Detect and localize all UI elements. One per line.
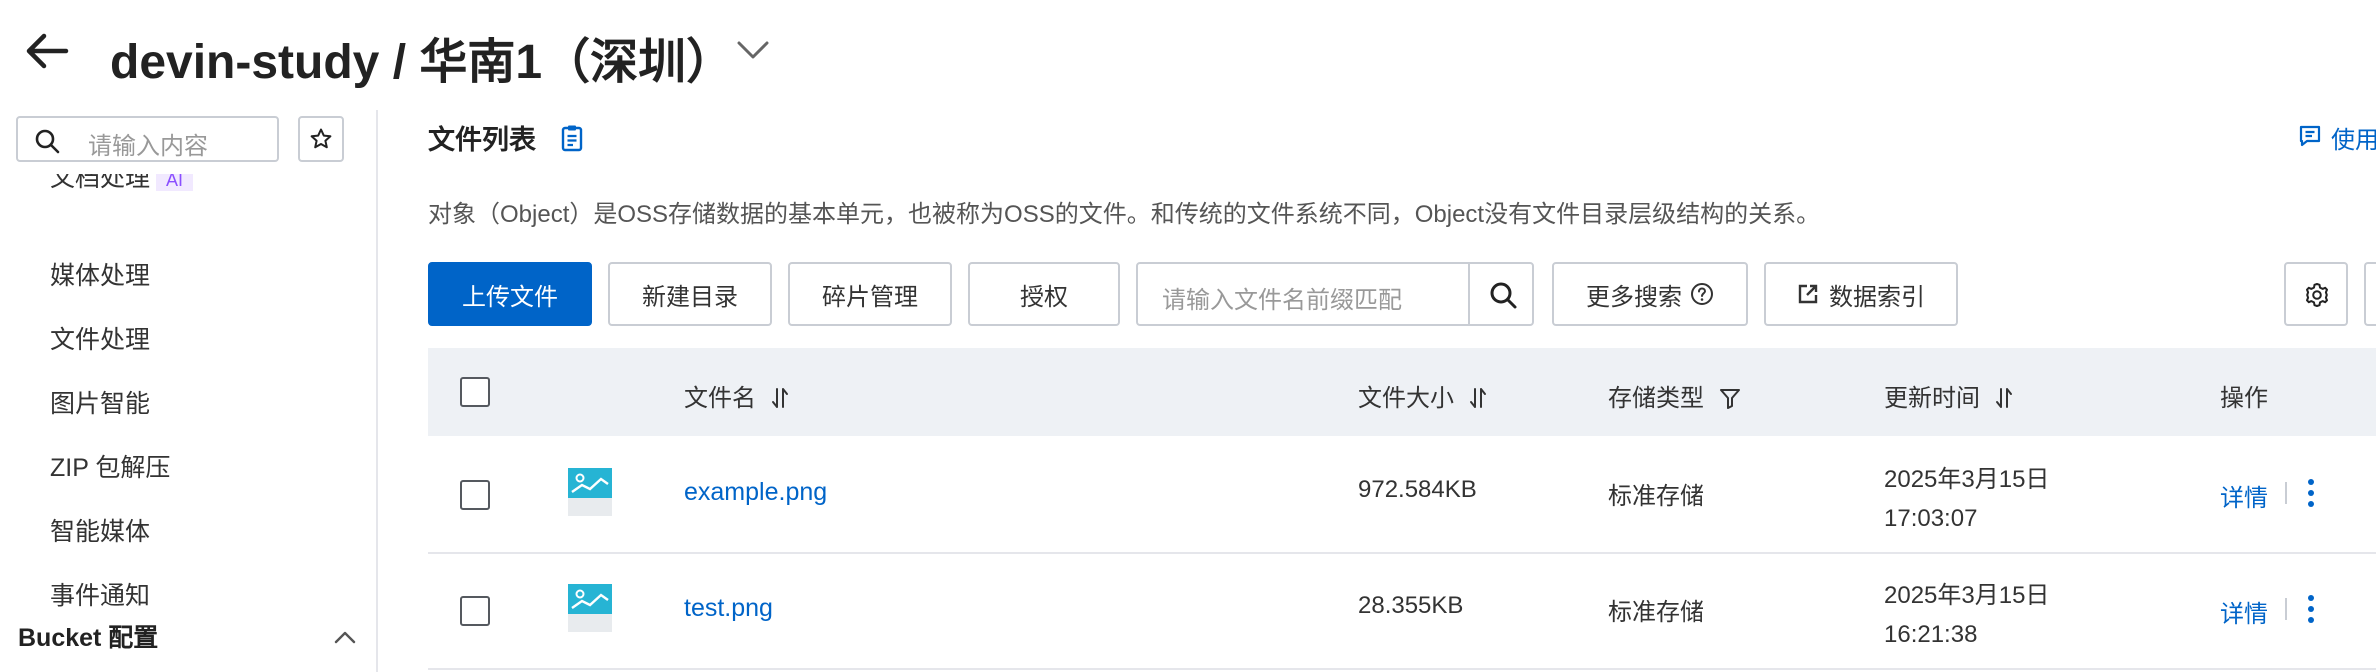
fragment-management-label: 碎片管理 [822, 283, 918, 311]
sidebar-search-input[interactable]: 请输入内容 [16, 116, 279, 162]
chevron-up-icon[interactable] [334, 630, 356, 644]
column-header-storage-label: 存储类型 [1608, 385, 1704, 412]
usage-guide-link[interactable]: 使用 [2331, 120, 2376, 155]
upload-file-label: 上传文件 [462, 283, 558, 311]
file-size: 972.584KB [1358, 476, 1477, 503]
sidebar: 请输入内容 文档处理 AI 媒体处理 文件处理 图片智能 ZIP 包解压 智能媒体… [0, 110, 378, 672]
page-header: devin-study / 华南1（深圳） [0, 0, 2376, 110]
gear-icon [2306, 283, 2328, 307]
updated-clock: 16:21:38 [1884, 621, 1978, 648]
external-link-icon [1798, 284, 1818, 304]
sidebar-item-label: 媒体处理 [50, 262, 151, 290]
sidebar-item-doc-processing[interactable]: 文档处理 AI [50, 174, 194, 192]
column-header-name-label: 文件名 [684, 385, 756, 412]
table-row: test.png 28.355KB 标准存储 2025年3月15日 16:21:… [428, 554, 2376, 670]
table-header: 文件名 文件大小 存储类型 更新时间 操作 [428, 348, 2376, 436]
new-directory-label: 新建目录 [642, 283, 738, 311]
table-row: example.png 972.584KB 标准存储 2025年3月15日 17… [428, 438, 2376, 554]
data-index-button[interactable]: 数据索引 [1764, 262, 1958, 326]
sidebar-item-image-intelligence[interactable]: 图片智能 [50, 384, 150, 420]
image-file-icon [568, 584, 612, 632]
row-checkbox[interactable] [460, 480, 490, 510]
file-name-link[interactable]: example.png [684, 478, 827, 507]
help-circle-icon [1691, 283, 1713, 305]
updated-time: 2025年3月15日 17:03:07 [1884, 460, 2049, 538]
image-file-icon [568, 468, 612, 516]
fragment-management-button[interactable]: 碎片管理 [788, 262, 952, 326]
page-title: devin-study / 华南1（深圳） [110, 36, 735, 89]
sidebar-group-bucket-config[interactable]: Bucket 配置 [18, 618, 158, 654]
column-header-updated[interactable]: 更新时间 [1884, 378, 2013, 413]
action-divider [2285, 598, 2287, 620]
new-directory-button[interactable]: 新建目录 [608, 262, 772, 326]
row-checkbox[interactable] [460, 596, 490, 626]
sidebar-item-zip-decompress[interactable]: ZIP 包解压 [50, 448, 170, 484]
star-icon [310, 128, 332, 149]
storage-type: 标准存储 [1608, 599, 1704, 626]
search-icon [35, 129, 60, 154]
data-index-label: 数据索引 [1829, 283, 1925, 311]
sidebar-item-label: 文件处理 [50, 326, 151, 354]
sidebar-item-file-processing[interactable]: 文件处理 [50, 320, 150, 356]
sidebar-item-label: ZIP 包解压 [50, 454, 171, 482]
upload-file-button[interactable]: 上传文件 [428, 262, 592, 326]
sidebar-item-event-notification[interactable]: 事件通知 [50, 576, 150, 612]
sidebar-item-smart-media[interactable]: 智能媒体 [50, 512, 150, 548]
file-name-link[interactable]: test.png [684, 594, 773, 623]
updated-date: 2025年3月15日 [1884, 466, 2050, 493]
search-divider [1468, 264, 1470, 324]
detail-link[interactable]: 详情 [2220, 594, 2268, 629]
ai-badge: AI [156, 174, 194, 191]
column-header-storage[interactable]: 存储类型 [1608, 378, 1741, 413]
search-icon[interactable] [1488, 280, 1518, 310]
updated-time: 2025年3月15日 16:21:38 [1884, 576, 2049, 654]
search-placeholder: 请输入内容 [88, 133, 208, 160]
column-header-size-label: 文件大小 [1358, 385, 1454, 412]
section-title: 文件列表 [428, 125, 536, 155]
detail-link[interactable]: 详情 [2220, 478, 2268, 513]
chevron-down-icon[interactable] [736, 38, 770, 62]
column-header-actions: 操作 [2220, 385, 2268, 412]
settings-button[interactable] [2284, 262, 2348, 326]
updated-clock: 17:03:07 [1884, 505, 1978, 532]
favorite-button[interactable] [298, 116, 344, 162]
file-search-input[interactable]: 请输入文件名前缀匹配 [1136, 262, 1534, 326]
sidebar-item-label: 事件通知 [50, 582, 151, 610]
column-header-updated-label: 更新时间 [1884, 385, 1980, 412]
description-text: 对象（Object）是OSS存储数据的基本单元，也被称为OSS的文件。和传统的文… [428, 201, 1821, 228]
sidebar-item-label: 图片智能 [50, 390, 151, 418]
action-divider [2285, 482, 2287, 504]
more-options-button[interactable] [2364, 262, 2376, 326]
sort-icon[interactable] [771, 387, 789, 409]
updated-date: 2025年3月15日 [1884, 582, 2050, 609]
sidebar-item-media-processing[interactable]: 媒体处理 [50, 256, 150, 292]
main-content: 文件列表 使用 对象（Object）是OSS存储数据的基本单元，也被称为OSS的… [428, 110, 2376, 672]
sort-icon[interactable] [1469, 387, 1487, 409]
file-search-placeholder: 请输入文件名前缀匹配 [1162, 287, 1402, 314]
arrow-left-icon[interactable] [22, 26, 72, 76]
column-header-name[interactable]: 文件名 [684, 378, 789, 413]
storage-type: 标准存储 [1608, 483, 1704, 510]
authorize-label: 授权 [1020, 283, 1068, 311]
more-search-label: 更多搜索 [1586, 283, 1682, 311]
file-size: 28.355KB [1358, 592, 1464, 619]
select-all-checkbox[interactable] [460, 377, 490, 407]
sidebar-item-label: 文档处理 [50, 174, 151, 192]
sort-icon[interactable] [1995, 387, 2013, 409]
more-search-button[interactable]: 更多搜索 [1552, 262, 1748, 326]
more-vertical-icon[interactable] [2306, 478, 2316, 508]
clipboard-icon[interactable] [560, 124, 584, 152]
more-vertical-icon[interactable] [2306, 594, 2316, 624]
authorize-button[interactable]: 授权 [968, 262, 1120, 326]
guide-icon[interactable] [2298, 124, 2322, 148]
column-header-size[interactable]: 文件大小 [1358, 378, 1487, 413]
sidebar-item-label: 智能媒体 [50, 518, 151, 546]
filter-icon[interactable] [1719, 387, 1741, 409]
